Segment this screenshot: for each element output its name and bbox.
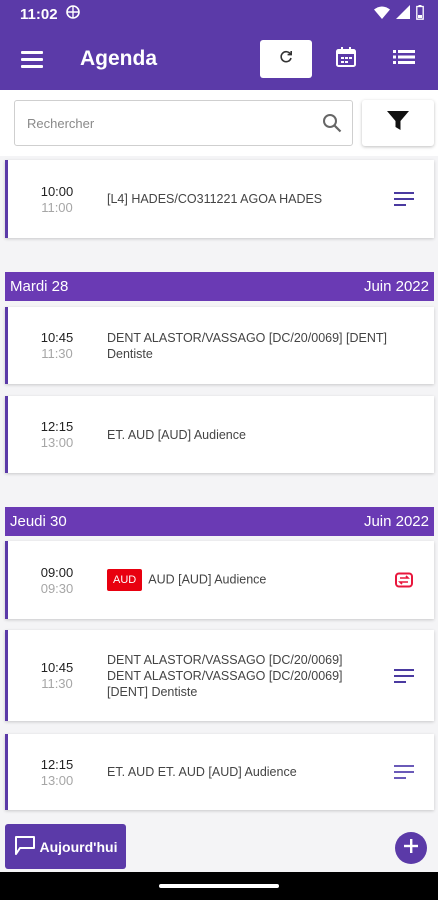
event-end-time: 11:30: [41, 676, 73, 691]
add-event-button[interactable]: [395, 832, 427, 864]
day-label: Jeudi 30: [10, 513, 67, 530]
month-label: Juin 2022: [363, 278, 429, 295]
plus-icon: [403, 838, 419, 859]
calendar-button[interactable]: [322, 38, 370, 80]
calendar-icon: [335, 46, 357, 73]
event-start-time: 10:00: [40, 183, 74, 199]
search-input[interactable]: [15, 115, 312, 131]
event-description: AUD [AUD] Audience: [148, 572, 267, 587]
wifi-icon: [374, 6, 390, 23]
event-card[interactable]: 09:00 09:30 AUD AUD [AUD] Audience: [5, 541, 434, 619]
page-title: Agenda: [80, 47, 158, 70]
event-description-line: [DENT] Dentiste: [107, 684, 198, 699]
event-start-time: 09:00: [40, 564, 74, 580]
app-bar: Agenda: [0, 28, 438, 90]
event-end-time: 09:30: [40, 580, 74, 596]
battery-icon: [416, 4, 424, 24]
bottom-bar: Aujourd'hui: [0, 820, 438, 872]
event-card[interactable]: 10:45 11:30 DENT ALASTOR/VASSAGO [DC/20/…: [5, 307, 434, 384]
list-view-button[interactable]: [380, 38, 428, 80]
home-handle[interactable]: [159, 884, 279, 888]
event-end-time: 11:00: [41, 199, 73, 215]
event-description-line: DENT ALASTOR/VASSAGO [DC/20/0069]: [107, 668, 343, 683]
event-description-line: DENT ALASTOR/VASSAGO [DC/20/0069]: [107, 652, 343, 667]
today-button[interactable]: Aujourd'hui: [5, 824, 126, 869]
day-header: Jeudi 30 Juin 2022: [5, 507, 434, 536]
refresh-icon: [279, 50, 293, 69]
event-card[interactable]: 12:15 13:00 ET. AUD ET. AUD [AUD] Audien…: [5, 734, 434, 810]
month-label: Juin 2022: [363, 513, 429, 530]
search-row: [0, 90, 438, 156]
status-bar: 11:02: [0, 0, 438, 28]
filter-icon: [387, 110, 409, 136]
event-start-time: 10:45: [40, 660, 74, 675]
search-icon[interactable]: [312, 113, 352, 133]
flag-icon: [14, 835, 36, 858]
event-card[interactable]: 10:00 11:00 [L4] HADES/CO311221 AGOA HAD…: [5, 160, 434, 238]
event-start-time: 12:15: [40, 419, 74, 434]
system-nav-bar: [0, 872, 438, 900]
today-label: Aujourd'hui: [39, 838, 118, 855]
refresh-button[interactable]: [260, 40, 312, 78]
list-icon: [393, 49, 415, 70]
event-description: ET. AUD ET. AUD [AUD] Audience: [107, 765, 297, 779]
event-start-time: 10:45: [40, 330, 74, 345]
event-description-line: Dentiste: [107, 346, 153, 361]
event-end-time: 13:00: [40, 772, 74, 788]
event-description: ET. AUD [AUD] Audience: [107, 427, 246, 442]
vpn-icon: [65, 5, 80, 23]
event-description: [L4] HADES/CO311221 AGOA HADES: [107, 192, 323, 206]
day-header: Mardi 28 Juin 2022: [5, 272, 434, 301]
event-end-time: 13:00: [40, 435, 74, 450]
search-box[interactable]: [14, 100, 353, 146]
filter-button[interactable]: [362, 100, 434, 146]
day-label: Mardi 28: [10, 278, 69, 295]
event-description-line: DENT ALASTOR/VASSAGO [DC/20/0069] [DENT]: [107, 330, 387, 345]
notes-icon[interactable]: [392, 761, 416, 783]
recurring-icon[interactable]: [392, 569, 416, 591]
event-card[interactable]: 12:15 13:00 ET. AUD [AUD] Audience: [5, 396, 434, 473]
menu-icon[interactable]: [0, 28, 64, 90]
aud-badge: AUD: [107, 569, 143, 591]
signal-icon: [396, 5, 410, 23]
notes-icon[interactable]: [392, 188, 416, 210]
status-time: 11:02: [20, 5, 58, 23]
notes-icon[interactable]: [392, 665, 416, 687]
event-start-time: 12:15: [40, 756, 74, 772]
event-card[interactable]: 10:45 11:30 DENT ALASTOR/VASSAGO [DC/20/…: [5, 630, 434, 721]
event-end-time: 11:30: [41, 346, 73, 361]
